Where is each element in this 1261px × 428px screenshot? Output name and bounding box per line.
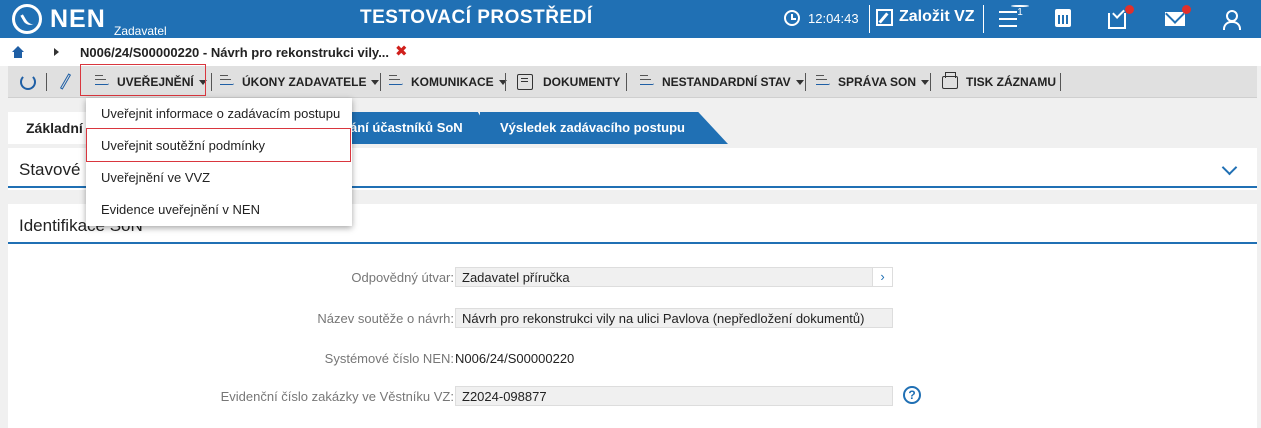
header-divider <box>869 5 870 33</box>
evnum-label: Evidenční číslo zakázky ve Věstníku VZ: <box>220 389 454 404</box>
menu-item-publish-info[interactable]: Uveřejnit informace o zadávacím postupu <box>86 98 352 130</box>
actions-label: ÚKONY ZADAVATELE <box>242 75 367 89</box>
nonstandard-label: NESTANDARDNÍ STAV <box>662 75 791 89</box>
breadcrumb-title[interactable]: N006/24/S00000220 - Návrh pro rekonstruk… <box>80 45 389 60</box>
mail-icon[interactable] <box>1165 5 1191 29</box>
clock-time: 12:04:43 <box>808 10 859 26</box>
evnum-field[interactable]: Z2024-098877 <box>455 386 893 406</box>
logo[interactable]: NEN <box>12 4 106 34</box>
menu-icon[interactable]: 1 <box>999 5 1029 31</box>
son-admin-menu-button[interactable]: SPRÁVA SON <box>816 66 930 98</box>
sysnum-value: N006/24/S00000220 <box>455 351 575 366</box>
evnum-value: Z2024-098877 <box>462 389 547 404</box>
son-admin-label: SPRÁVA SON <box>838 75 917 89</box>
menu-item-publish-conditions[interactable]: Uveřejnit soutěžní podmínky <box>86 130 352 162</box>
notification-badge: 1 <box>1011 5 1029 18</box>
form-row-evnum: Evidenční číslo zakázky ve Věstníku VZ: … <box>8 386 1257 406</box>
communication-menu-button[interactable]: KOMUNIKACE <box>389 66 507 98</box>
nonstandard-menu-button[interactable]: NESTANDARDNÍ STAV <box>640 66 804 98</box>
unit-picker-button[interactable]: › <box>872 268 892 286</box>
toolbar-divider <box>505 73 506 91</box>
clock-icon <box>784 10 800 26</box>
inbox-dot <box>1125 5 1134 14</box>
unit-field[interactable]: Zadavatel příručka › <box>455 267 893 287</box>
mail-dot <box>1182 5 1191 14</box>
menu-item-nen-evidence[interactable]: Evidence uveřejnění v NEN <box>86 194 352 226</box>
tab-result[interactable]: Výsledek zadávacího postupu <box>480 112 728 144</box>
toolbar-divider <box>930 73 931 91</box>
print-icon <box>942 71 958 89</box>
caret-down-icon <box>371 79 380 85</box>
toolbar-divider <box>626 73 627 91</box>
user-icon[interactable] <box>1222 9 1244 30</box>
chevron-down-icon[interactable] <box>1221 159 1238 176</box>
calculator-icon[interactable] <box>1053 9 1075 29</box>
home-icon[interactable] <box>12 46 24 58</box>
unit-label: Odpovědný útvar: <box>351 270 454 285</box>
caret-down-icon <box>795 79 804 85</box>
publish-dropdown-menu: Uveřejnit informace o zadávacím postupu … <box>86 98 352 226</box>
communication-label: KOMUNIKACE <box>411 75 494 89</box>
actions-menu-button[interactable]: ÚKONY ZADAVATELE <box>220 66 380 98</box>
print-record-button[interactable]: TISK ZÁZNAMU <box>942 66 1056 98</box>
list-icon <box>816 75 832 89</box>
toolbar: UVEŘEJNĚNÍ ÚKONY ZADAVATELE KOMUNIKACE D… <box>8 66 1257 98</box>
form-row-unit: Odpovědný útvar: Zadavatel příručka › <box>8 267 1257 287</box>
publish-menu-button[interactable]: UVEŘEJNĚNÍ <box>95 66 207 98</box>
status-panel-title: Stavové <box>19 160 81 179</box>
tab-participants[interactable]: ání účastníků SoN <box>330 112 498 144</box>
inbox-icon[interactable] <box>1108 5 1134 29</box>
sysnum-label: Systémové číslo NEN: <box>324 351 454 366</box>
name-value: Návrh pro rekonstrukci vily na ulici Pav… <box>462 311 865 326</box>
list-icon <box>389 75 405 89</box>
close-record-icon[interactable]: ✖ <box>395 42 408 60</box>
identification-panel: Identifikace SoN Odpovědný útvar: Zadava… <box>8 204 1257 428</box>
toolbar-divider <box>80 73 81 91</box>
header-divider <box>983 5 984 33</box>
logo-subtitle: Zadavatel <box>114 24 167 38</box>
breadcrumb-arrow-icon <box>54 48 59 56</box>
toolbar-divider <box>46 73 47 91</box>
environment-title: TESTOVACÍ PROSTŘEDÍ <box>360 7 593 28</box>
menu-item-vvz-publication[interactable]: Uveřejnění ve VVZ <box>86 162 352 194</box>
documents-button[interactable]: DOKUMENTY <box>517 66 620 98</box>
toolbar-divider <box>211 73 212 91</box>
help-icon[interactable]: ? <box>903 386 921 404</box>
unit-value: Zadavatel příručka <box>462 270 570 285</box>
list-icon <box>95 75 111 89</box>
form-row-sysnum: Systémové číslo NEN: N006/24/S00000220 <box>8 348 1257 368</box>
caret-down-icon <box>921 79 930 85</box>
document-icon <box>517 74 533 90</box>
print-label: TISK ZÁZNAMU <box>966 75 1056 89</box>
caret-down-icon <box>198 79 207 85</box>
top-bar: NEN Zadavatel TESTOVACÍ PROSTŘEDÍ 12:04:… <box>0 0 1261 38</box>
edit-icon <box>876 8 893 26</box>
logo-icon <box>12 4 42 34</box>
list-icon <box>640 75 656 89</box>
form-row-name: Název soutěže o návrh: Návrh pro rekonst… <box>8 308 1257 328</box>
create-vz-button[interactable]: Založit VZ <box>876 8 975 26</box>
toolbar-divider <box>1060 73 1061 91</box>
name-label: Název soutěže o návrh: <box>317 311 454 326</box>
list-icon <box>220 75 236 89</box>
publish-label: UVEŘEJNĚNÍ <box>117 75 194 89</box>
documents-label: DOKUMENTY <box>543 75 621 89</box>
refresh-icon[interactable] <box>20 74 36 90</box>
toolbar-divider <box>380 73 381 91</box>
session-clock: 12:04:43 <box>784 10 859 26</box>
breadcrumb: N006/24/S00000220 - Návrh pro rekonstruk… <box>0 38 1261 66</box>
create-vz-label: Založit VZ <box>899 8 975 25</box>
logo-text: NEN <box>50 4 106 33</box>
name-field[interactable]: Návrh pro rekonstrukci vily na ulici Pav… <box>455 308 893 328</box>
pencil-icon[interactable] <box>59 73 72 90</box>
toolbar-divider <box>805 73 806 91</box>
